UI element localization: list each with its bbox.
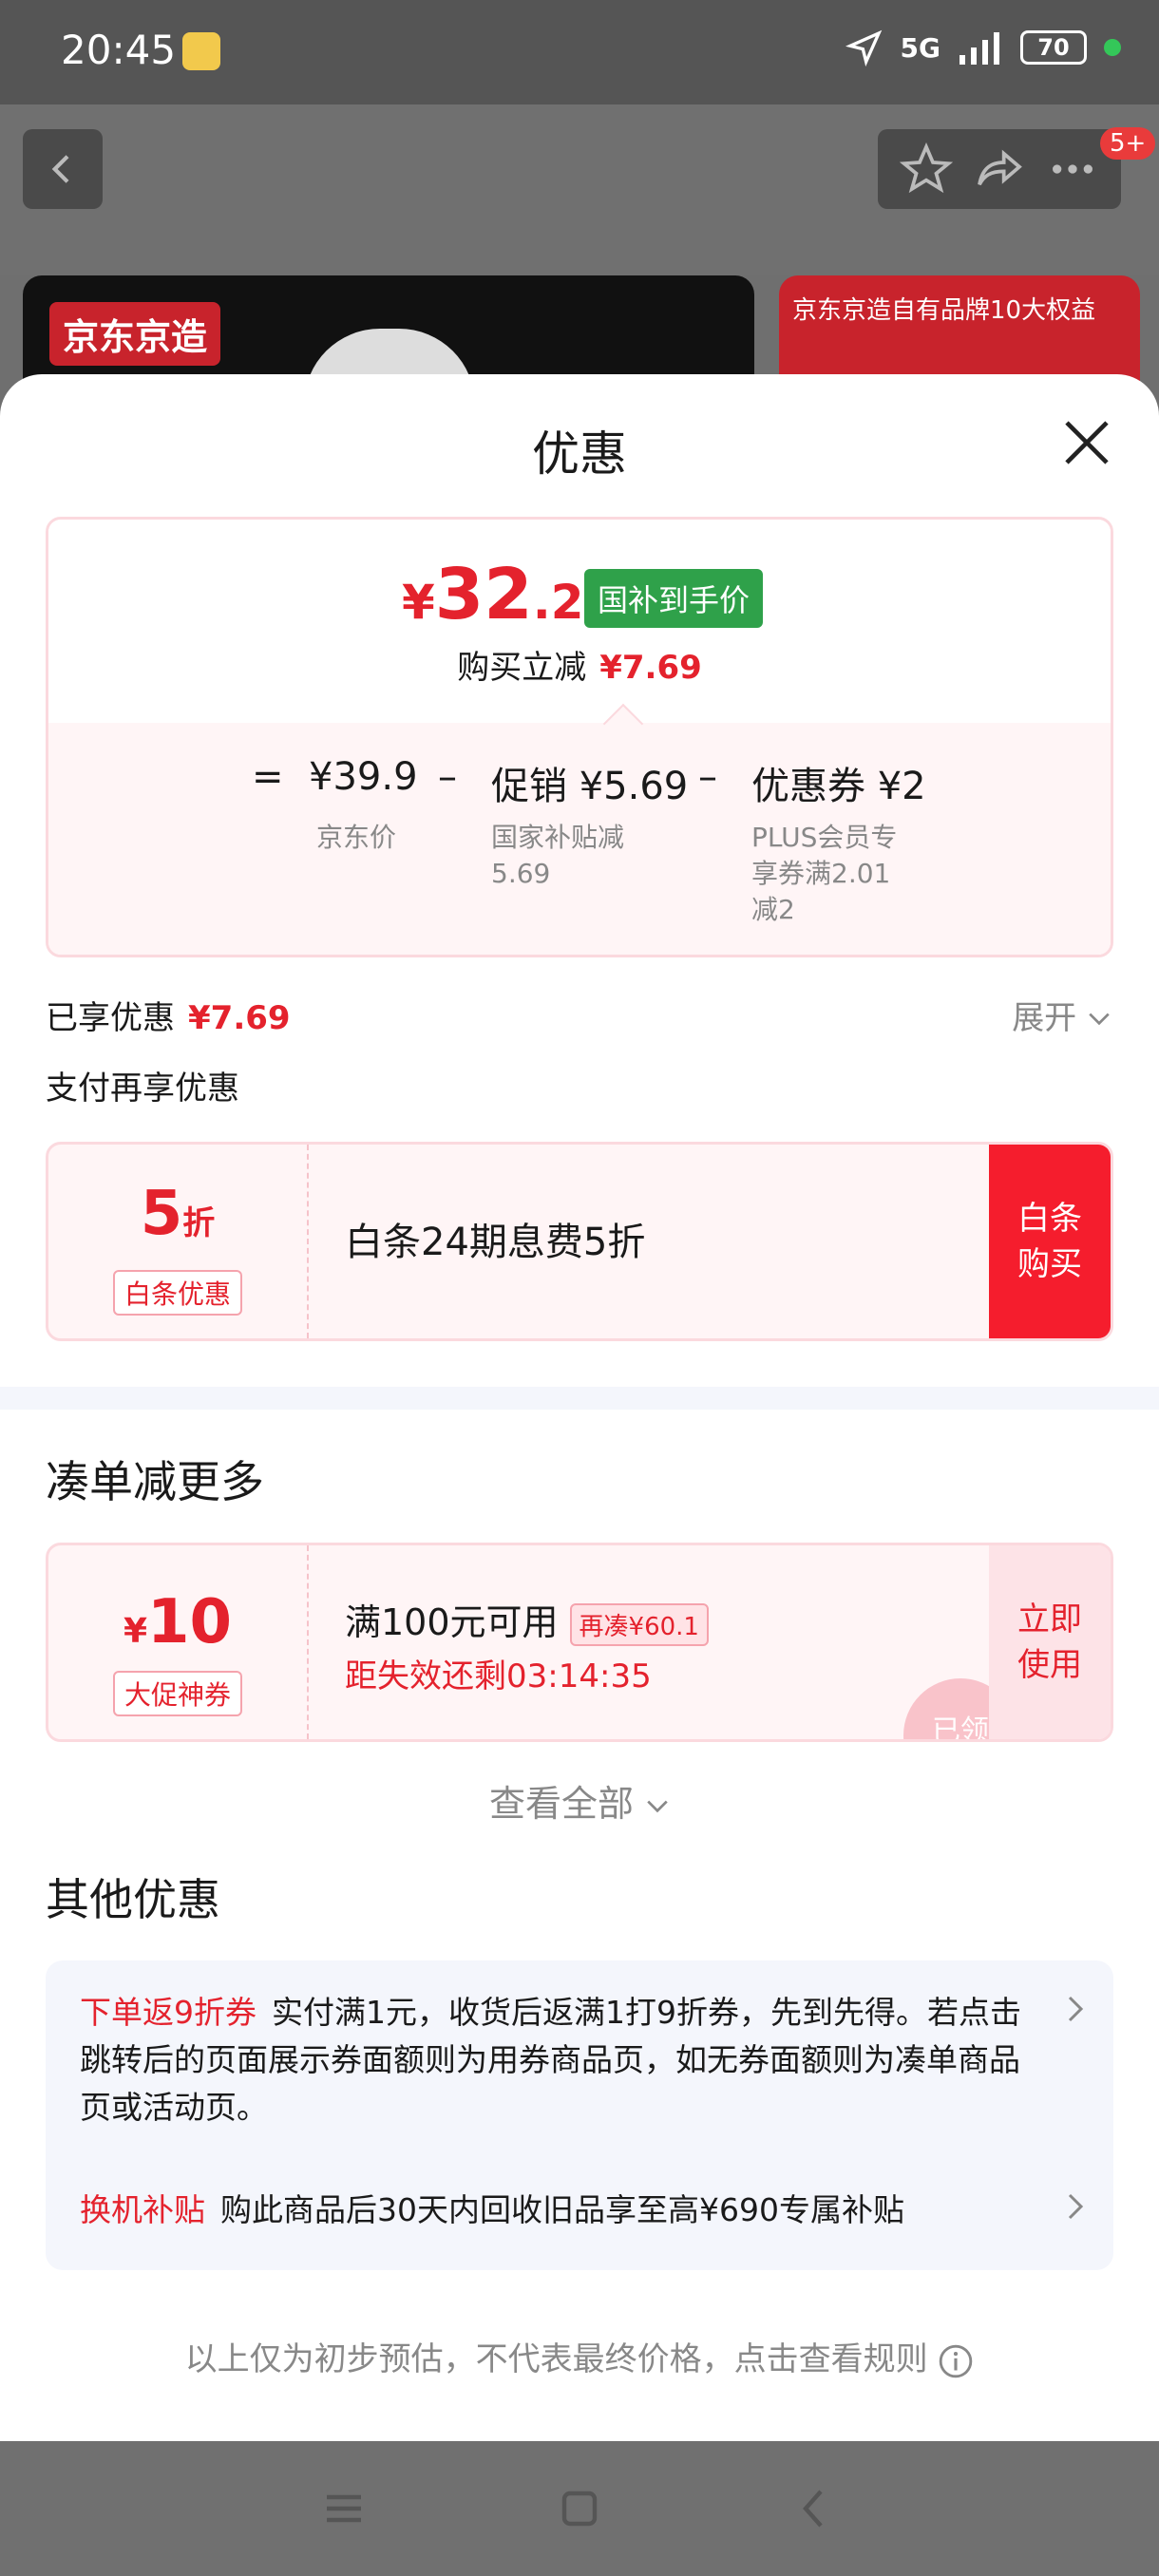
- section-divider: [0, 1387, 1159, 1410]
- back-icon: [51, 155, 69, 183]
- offer-trade-in[interactable]: 换机补贴 购此商品后30天内回收旧品享至高¥690专属补贴: [80, 2187, 1030, 2234]
- equals-sign: =: [252, 755, 284, 799]
- baitiao-tag-wrap: 白条优惠: [48, 1270, 307, 1316]
- reduce-line: 购买立减 ¥7.69: [48, 641, 1111, 688]
- battery-indicator: 70: [1020, 30, 1087, 65]
- offer-return-coupon[interactable]: 下单返9折券 实付满1元，收货后返满1打9折券，先到先得。若点击跳转后的页面展示券…: [80, 1989, 1030, 2131]
- star-icon[interactable]: [899, 142, 953, 196]
- offer-tag: 换机补贴: [80, 2191, 205, 2228]
- top-actions: [878, 129, 1121, 209]
- chevron-right-icon[interactable]: [1066, 2192, 1085, 2221]
- price-summary-card: ¥32.21 国补到手价 购买立减 ¥7.69 = ¥39.9 京东价 – 促销 …: [46, 517, 1113, 957]
- collect-title: 凑单减更多: [46, 1456, 264, 1507]
- sheet-title: 优惠: [532, 426, 627, 482]
- baitiao-tag: 白条优惠: [112, 1270, 242, 1316]
- coupon-card[interactable]: ¥10 大促神券 满100元可用 再凑¥60.1 距失效还剩03:14:35 已领…: [46, 1543, 1113, 1742]
- home-icon[interactable]: [557, 2486, 602, 2531]
- info-icon: [940, 2344, 973, 2377]
- network-indicator: 5G: [900, 31, 940, 64]
- coupon-amount-value: 10: [147, 1587, 233, 1657]
- discount-sheet: 优惠 ¥32.21 国补到手价 购买立减 ¥7.69 = ¥39.9 京东价 – …: [0, 374, 1159, 2441]
- baitiao-offer-card[interactable]: 5折 白条优惠 白条24期息费5折 白条购买: [46, 1142, 1113, 1341]
- coupon-sub-1: PLUS会员专: [751, 822, 898, 853]
- minus-sign-2: –: [698, 755, 717, 799]
- baitiao-description: 白条24期息费5折: [345, 1221, 646, 1264]
- pay-more-label: 支付再享优惠: [46, 1070, 239, 1108]
- offer-text: 购此商品后30天内回收旧品享至高¥690专属补贴: [220, 2191, 904, 2228]
- baitiao-discount-number: 5: [140, 1179, 183, 1249]
- coupon-extra-tag: 再凑¥60.1: [569, 1603, 709, 1646]
- reduce-label: 购买立减: [457, 649, 587, 687]
- menu-icon[interactable]: [321, 2486, 367, 2531]
- minus-sign: –: [438, 755, 457, 799]
- location-icon: [845, 29, 882, 66]
- view-all-label: 查看全部: [488, 1783, 634, 1825]
- coupon-timer: 距失效还剩03:14:35: [345, 1650, 652, 1696]
- reduce-amount: ¥7.69: [599, 649, 702, 687]
- brand-tag: 京东京造: [49, 302, 221, 366]
- back-nav-icon[interactable]: [792, 2486, 838, 2531]
- coupon-sub-2: 享券满2.01: [751, 858, 891, 889]
- coupon-timer-value: 03:14:35: [506, 1657, 652, 1695]
- app-notification-icon: [182, 32, 220, 70]
- notification-badge: 5+: [1100, 127, 1156, 160]
- expand-button[interactable]: 展开: [1012, 992, 1112, 1038]
- baitiao-discount-unit: 折: [182, 1204, 216, 1242]
- coupon-condition: 满100元可用 再凑¥60.1: [345, 1593, 709, 1646]
- coupon-timer-label: 距失效还剩: [345, 1657, 506, 1695]
- coupon-value: ¥10: [48, 1587, 307, 1657]
- coupon-currency: ¥: [123, 1612, 147, 1651]
- enjoyed-label: 已享优惠: [46, 999, 175, 1037]
- privacy-dot: [1104, 39, 1121, 56]
- base-price-label: 京东价: [316, 822, 397, 853]
- price-top: ¥32.21 国补到手价 购买立减 ¥7.69: [48, 520, 1111, 723]
- coupon-condition-text: 满100元可用: [345, 1601, 559, 1643]
- use-coupon-button[interactable]: 立即使用: [989, 1545, 1111, 1739]
- coupon-amount: 优惠券 ¥2: [751, 765, 926, 808]
- other-offers-title: 其他优惠: [46, 1874, 220, 1925]
- back-button[interactable]: [23, 129, 103, 209]
- other-offers-card: 下单返9折券 实付满1元，收货后返满1打9折券，先到先得。若点击跳转后的页面展示券…: [46, 1960, 1113, 2270]
- final-price-integer: 32: [434, 554, 533, 635]
- baitiao-buy-button[interactable]: 白条购买: [989, 1145, 1111, 1338]
- disclaimer-text: 以上仅为初步预估，不代表最终价格，点击查看规则: [184, 2340, 928, 2378]
- chevron-down-icon: [1089, 1013, 1110, 1026]
- chevron-right-icon[interactable]: [1066, 1995, 1085, 2023]
- share-icon[interactable]: [973, 142, 1026, 196]
- coupon-tag-wrap: 大促神券: [48, 1671, 307, 1716]
- enjoyed-discount: 已享优惠 ¥7.69: [46, 992, 291, 1038]
- expand-label: 展开: [1012, 999, 1077, 1037]
- baitiao-offer-left: 5折 白条优惠: [48, 1145, 309, 1338]
- close-icon[interactable]: [1060, 416, 1113, 469]
- disclaimer[interactable]: 以上仅为初步预估，不代表最终价格，点击查看规则: [0, 2333, 1159, 2379]
- status-bar: 20:45 5G 70: [0, 0, 1159, 104]
- chevron-down-icon: [647, 1800, 668, 1813]
- system-nav-bar: [0, 2441, 1159, 2576]
- promo-sub-2: 5.69: [491, 858, 551, 889]
- coupon-tag: 大促神券: [112, 1671, 242, 1716]
- promo-amount: 促销 ¥5.69: [491, 765, 689, 808]
- base-price: ¥39.9: [309, 755, 418, 799]
- currency-symbol: ¥: [402, 575, 435, 630]
- signal-icon: [960, 32, 999, 65]
- final-price-tag: 国补到手价: [584, 569, 764, 628]
- coupon-sub-3: 减2: [751, 894, 795, 925]
- offer-tag: 下单返9折券: [80, 1994, 256, 2031]
- status-time: 20:45: [61, 27, 177, 73]
- promo-sub-1: 国家补贴减: [491, 822, 625, 853]
- status-indicators: 5G 70: [845, 28, 1121, 66]
- coupon-left: ¥10 大促神券: [48, 1545, 309, 1739]
- more-icon[interactable]: [1046, 142, 1099, 196]
- view-all-button[interactable]: 查看全部: [0, 1774, 1159, 1827]
- baitiao-discount: 5折: [48, 1179, 307, 1249]
- enjoyed-amount: ¥7.69: [188, 999, 291, 1037]
